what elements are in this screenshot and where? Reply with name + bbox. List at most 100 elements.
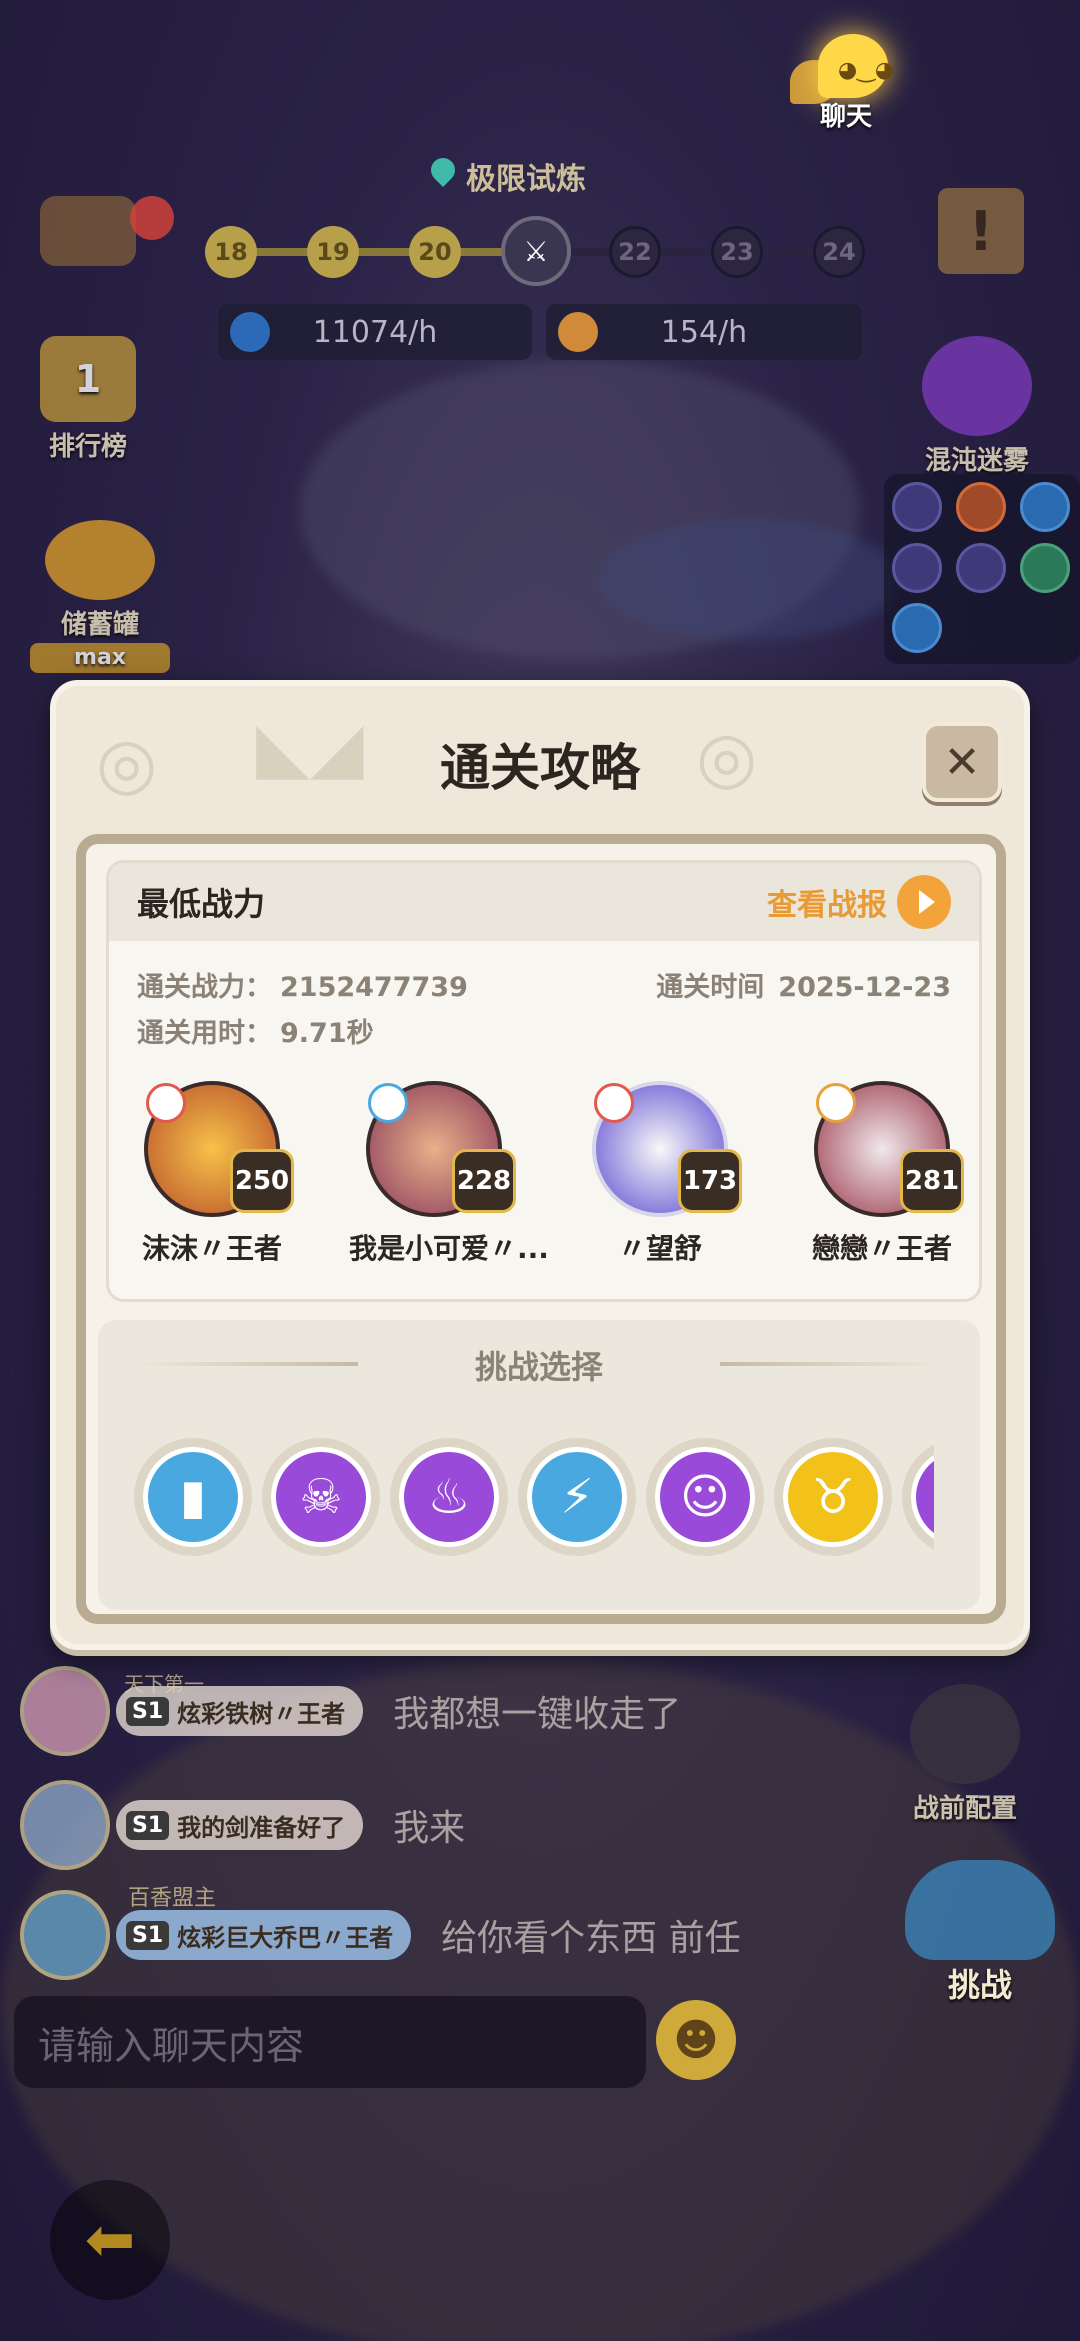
emoji-button[interactable]: ☻ bbox=[656, 2000, 736, 2080]
stage-progress-track: 18 19 20 ⚔ 22 23 24 bbox=[205, 216, 865, 286]
server-badge: S1 bbox=[126, 1696, 170, 1726]
chat-message-text: 给你看个东西 前任 bbox=[441, 1918, 741, 1959]
chaos-buff-grid bbox=[884, 474, 1080, 664]
top-chat-label: 聊天 bbox=[820, 102, 873, 132]
stage-node[interactable]: 18 bbox=[205, 226, 257, 278]
modal-title: 通关攻略 bbox=[440, 739, 640, 797]
hero-name: 戀戀〃王者 bbox=[811, 1232, 952, 1265]
buff-icon[interactable] bbox=[892, 542, 942, 593]
vortex-icon bbox=[922, 336, 1032, 436]
hero-slot[interactable]: 281 戀戀〃王者 bbox=[797, 1081, 967, 1267]
crossed-swords-icon: ⚔ bbox=[523, 234, 549, 268]
ranking-button[interactable]: 1 排行榜 bbox=[40, 336, 136, 463]
view-report-button[interactable]: 查看战报 bbox=[767, 875, 951, 929]
partial-icon: ▣ bbox=[911, 1447, 934, 1547]
location-pin-icon bbox=[428, 158, 458, 194]
clear-guide-modal: ◎ ◣◢ ◎ 通关攻略 ✕ 最低战力 查看战报 通关战力： 2152477739 … bbox=[50, 680, 1030, 1650]
chat-message-text: 我都想一键收走了 bbox=[393, 1694, 682, 1735]
moon-rate-value: 11074/h bbox=[312, 314, 438, 350]
buff-icon[interactable] bbox=[1020, 542, 1070, 593]
quest-scroll-button[interactable]: ! bbox=[938, 188, 1024, 274]
stage-node[interactable]: 24 bbox=[813, 226, 865, 278]
element-badge-icon bbox=[594, 1083, 634, 1123]
dragon-icon bbox=[905, 1860, 1055, 1960]
back-button[interactable]: ⬅ bbox=[50, 2180, 170, 2300]
current-stage-node[interactable]: ⚔ bbox=[501, 216, 571, 286]
close-icon: ✕ bbox=[943, 736, 981, 788]
hero-level-badge: 281 bbox=[900, 1149, 964, 1213]
avatar[interactable] bbox=[20, 1890, 110, 1980]
clear-power-label: 通关战力： bbox=[137, 972, 272, 1003]
top-chat-button[interactable]: ◕‿◕ 聊天 bbox=[790, 30, 900, 132]
buff-icon[interactable] bbox=[892, 603, 942, 654]
challenge-button[interactable]: 挑战 bbox=[900, 1860, 1060, 2010]
choice-option[interactable]: ▣ bbox=[902, 1438, 934, 1556]
element-badge-icon bbox=[816, 1083, 856, 1123]
hero-portrait: 228 bbox=[366, 1081, 516, 1217]
hero-level-badge: 250 bbox=[230, 1149, 294, 1213]
choice-option[interactable]: ♨ bbox=[390, 1438, 508, 1556]
battery-icon: ▮ bbox=[143, 1447, 243, 1547]
clear-date-value: 2025-12-23 bbox=[778, 972, 951, 1003]
choice-option[interactable]: ⚡ bbox=[518, 1438, 636, 1556]
lightning-icon: ⚡ bbox=[527, 1447, 627, 1547]
choice-option[interactable]: ▮ bbox=[134, 1438, 252, 1556]
buff-icon[interactable] bbox=[956, 542, 1006, 593]
avatar[interactable] bbox=[20, 1780, 110, 1870]
stage-node[interactable]: 23 bbox=[711, 226, 763, 278]
sender-name: 我的剑准备好了 bbox=[177, 1813, 346, 1842]
pre-battle-config-button[interactable]: 战前配置 bbox=[910, 1684, 1020, 1825]
stage-node[interactable]: 20 bbox=[409, 226, 461, 278]
track-line-locked bbox=[545, 248, 845, 256]
element-badge-icon bbox=[368, 1083, 408, 1123]
chaos-fog-label: 混沌迷雾 bbox=[924, 446, 1029, 476]
chat-input-placeholder: 请输入聊天内容 bbox=[38, 2023, 305, 2068]
hero-slot[interactable]: 173 〃望舒 bbox=[575, 1081, 745, 1267]
ghost-icon: ☺ bbox=[655, 1447, 755, 1547]
element-badge-icon bbox=[146, 1083, 186, 1123]
buff-icon[interactable] bbox=[956, 482, 1006, 532]
clear-duration-label: 通关用时： bbox=[137, 1018, 272, 1049]
ranking-label: 排行榜 bbox=[48, 432, 127, 462]
buff-icon[interactable] bbox=[892, 482, 942, 532]
stage-node[interactable]: 19 bbox=[307, 226, 359, 278]
challenge-choice-panel: 挑战选择 ▮ ☠ ♨ ⚡ ☺ ♉ ▣ bbox=[98, 1320, 980, 1610]
chaos-fog-button[interactable]: 混沌迷雾 bbox=[922, 336, 1032, 477]
sender-name: 炫彩铁树〃王者 bbox=[177, 1699, 346, 1728]
exclamation-icon: ! bbox=[968, 199, 994, 263]
moon-rate: 11074/h bbox=[218, 304, 532, 360]
stage-node[interactable]: 22 bbox=[609, 226, 661, 278]
chat-input[interactable]: 请输入聊天内容 bbox=[14, 1996, 646, 2088]
treasure-chest-icon bbox=[40, 196, 136, 266]
chat-message[interactable]: S1 炫彩铁树〃王者 我都想一键收走了 bbox=[20, 1666, 681, 1756]
choice-option[interactable]: ☺ bbox=[646, 1438, 764, 1556]
helmet-icon bbox=[910, 1684, 1020, 1784]
hero-name: 〃望舒 bbox=[617, 1232, 702, 1265]
lowest-power-card: 最低战力 查看战报 通关战力： 2152477739 通关用时： 9.71秒 通关时… bbox=[106, 860, 982, 1302]
pig-icon: ♉ bbox=[783, 1447, 883, 1547]
avatar[interactable] bbox=[20, 1666, 110, 1756]
skull-icon: ☠ bbox=[271, 1447, 371, 1547]
clear-date-label: 通关时间 bbox=[656, 972, 765, 1003]
hero-portrait: 281 bbox=[814, 1081, 964, 1217]
piggy-bank-button[interactable]: 储蓄罐 max bbox=[30, 520, 170, 673]
choice-option[interactable]: ♉ bbox=[774, 1438, 892, 1556]
choice-option[interactable]: ☠ bbox=[262, 1438, 380, 1556]
clear-duration: 通关用时： 9.71秒 bbox=[137, 1011, 374, 1050]
play-icon bbox=[897, 875, 951, 929]
coin-rate: 154/h bbox=[546, 304, 862, 360]
clear-power: 通关战力： 2152477739 bbox=[137, 965, 468, 1004]
smile-face-icon: ◕‿◕ bbox=[838, 58, 895, 83]
close-button[interactable]: ✕ bbox=[922, 722, 1002, 802]
buff-icon[interactable] bbox=[1020, 482, 1070, 532]
hero-slot[interactable]: 228 我是小可爱〃... bbox=[349, 1081, 549, 1267]
hero-level-badge: 228 bbox=[452, 1149, 516, 1213]
coin-icon bbox=[558, 312, 598, 352]
rank-number: 1 bbox=[74, 357, 102, 401]
chat-sender-tag: S1 炫彩巨大乔巴〃王者 bbox=[116, 1910, 412, 1960]
chat-message[interactable]: S1 我的剑准备好了 我来 bbox=[20, 1780, 465, 1870]
modal-content-frame: 最低战力 查看战报 通关战力： 2152477739 通关用时： 9.71秒 通关时… bbox=[76, 834, 1006, 1624]
flame-icon: ♨ bbox=[399, 1447, 499, 1547]
mailbox-button[interactable] bbox=[40, 196, 136, 270]
hero-slot[interactable]: 250 沫沫〃王者 bbox=[127, 1081, 297, 1267]
